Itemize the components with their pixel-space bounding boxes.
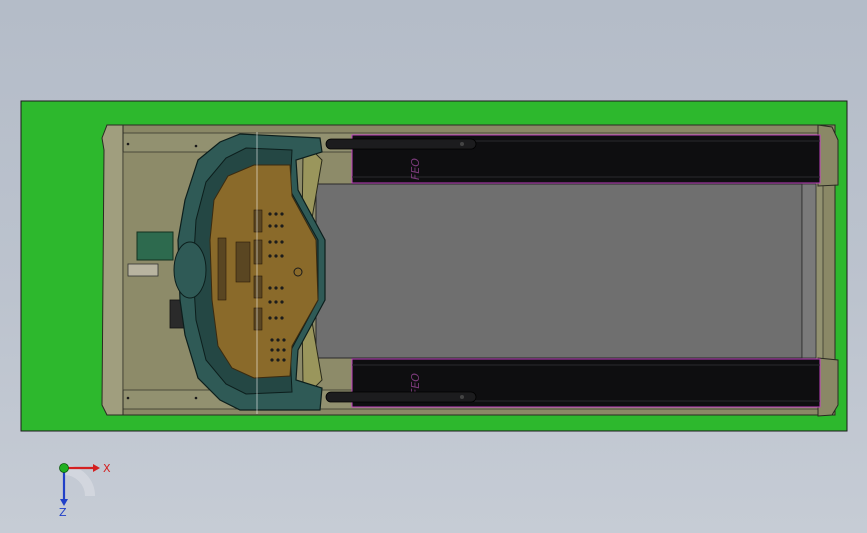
graphics-viewport[interactable]: FEO FEO xyxy=(0,0,867,533)
triad-arc-icon xyxy=(63,465,95,497)
z-axis-label: Z xyxy=(59,506,67,518)
handrail-bottom[interactable] xyxy=(325,391,477,403)
handrail-top[interactable] xyxy=(325,138,477,150)
y-axis-icon xyxy=(59,463,69,473)
rail-label-top: FEO xyxy=(409,158,422,180)
coordinate-triad: X Z xyxy=(59,462,111,518)
running-belt[interactable] xyxy=(315,183,803,359)
x-axis-label: X xyxy=(103,462,111,475)
